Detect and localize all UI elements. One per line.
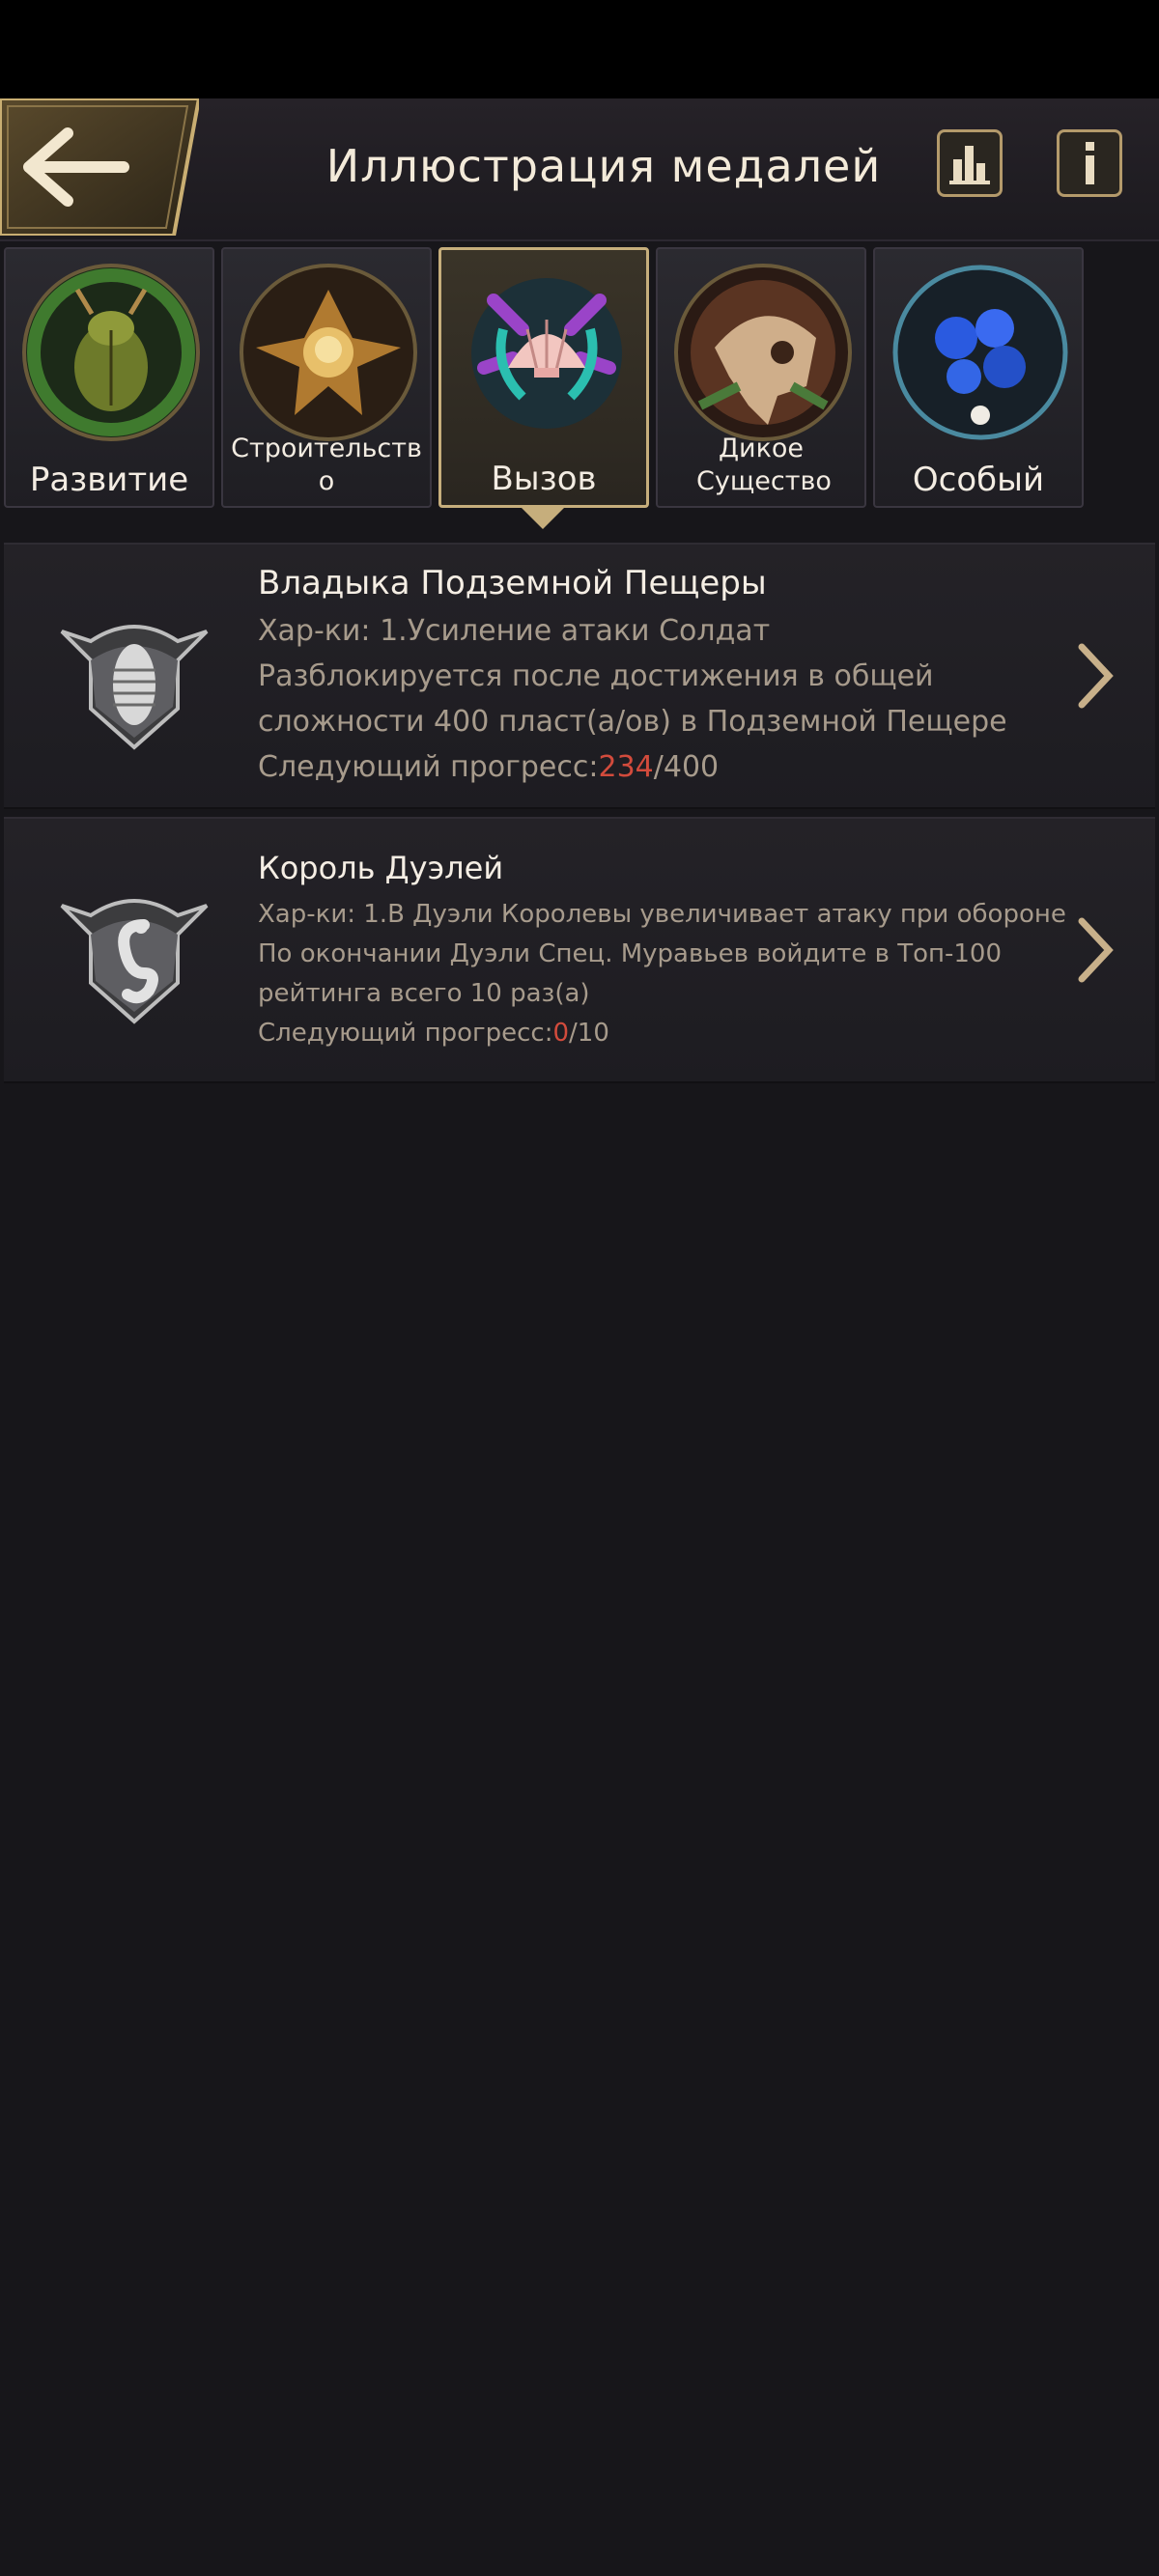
blue-flower-emblem-icon	[892, 265, 1068, 440]
medal-card[interactable]: Король Дуэлей Хар-ки: 1.В Дуэли Королевы…	[4, 817, 1155, 1083]
back-arrow-icon	[0, 98, 199, 236]
skull-emblem-icon	[674, 264, 852, 441]
tab-label: Особый	[912, 461, 1045, 499]
tab-label: Вызов	[491, 460, 597, 498]
chevron-right-icon[interactable]	[1074, 641, 1117, 711]
tab-special[interactable]: Особый	[873, 247, 1084, 508]
progress-total: /400	[653, 750, 720, 784]
medal-unlock-condition: По окончании Дуэли Спец. Муравьев войдит…	[258, 939, 1002, 968]
info-button[interactable]	[1057, 129, 1122, 197]
progress-label: Следующий прогресс:	[258, 1019, 553, 1048]
medal-unlock-condition: рейтинга всего 10 раз(а)	[258, 979, 590, 1008]
stats-button[interactable]	[937, 129, 1003, 197]
tab-label: Дикое Существо	[696, 434, 832, 496]
tab-challenge[interactable]: Вызов	[438, 247, 649, 508]
medal-stats: Хар-ки: 1.Усиление атаки Солдат	[258, 614, 771, 648]
flower-emblem-icon	[240, 264, 417, 441]
medal-progress: Следующий прогресс:0/10	[258, 1019, 609, 1048]
progress-total: /10	[569, 1019, 609, 1048]
beetle-emblem-icon	[22, 264, 200, 441]
tab-construction[interactable]: Строительство	[221, 247, 432, 508]
medal-unlock-condition: Разблокируется после достижения в общей	[258, 659, 934, 693]
info-icon	[1086, 142, 1094, 184]
bar-chart-icon	[949, 146, 990, 184]
status-bar	[0, 0, 1159, 98]
progress-label: Следующий прогресс:	[258, 750, 599, 784]
medal-card[interactable]: Владыка Подземной Пещеры Хар-ки: 1.Усиле…	[4, 543, 1155, 809]
shell-emblem-icon	[471, 278, 622, 429]
active-tab-pointer	[520, 506, 566, 529]
back-button[interactable]	[0, 98, 199, 236]
tab-label: Развитие	[29, 461, 189, 499]
medal-progress: Следующий прогресс:234/400	[258, 750, 719, 784]
medal-name: Владыка Подземной Пещеры	[258, 564, 767, 602]
page-title: Иллюстрация медалей	[325, 140, 882, 192]
tab-label: Строительство	[231, 434, 422, 496]
progress-current: 0	[552, 1019, 570, 1048]
category-tabs: Развитие Строительство Вызов Дикое Сущес…	[0, 247, 1159, 508]
medal-unlock-condition: сложности 400 пласт(а/ов) в Подземной Пе…	[258, 705, 1007, 739]
medal-stats: Хар-ки: 1.В Дуэли Королевы увеличивает а…	[258, 900, 1066, 929]
header: Иллюстрация медалей	[0, 98, 1159, 241]
trilobite-shield-icon	[60, 625, 209, 750]
tab-wild-creature[interactable]: Дикое Существо	[656, 247, 866, 508]
chevron-right-icon[interactable]	[1074, 915, 1117, 985]
progress-current: 234	[598, 750, 654, 784]
medal-name: Король Дуэлей	[258, 850, 504, 886]
seahorse-shield-icon	[60, 899, 209, 1024]
tab-development[interactable]: Развитие	[4, 247, 214, 508]
